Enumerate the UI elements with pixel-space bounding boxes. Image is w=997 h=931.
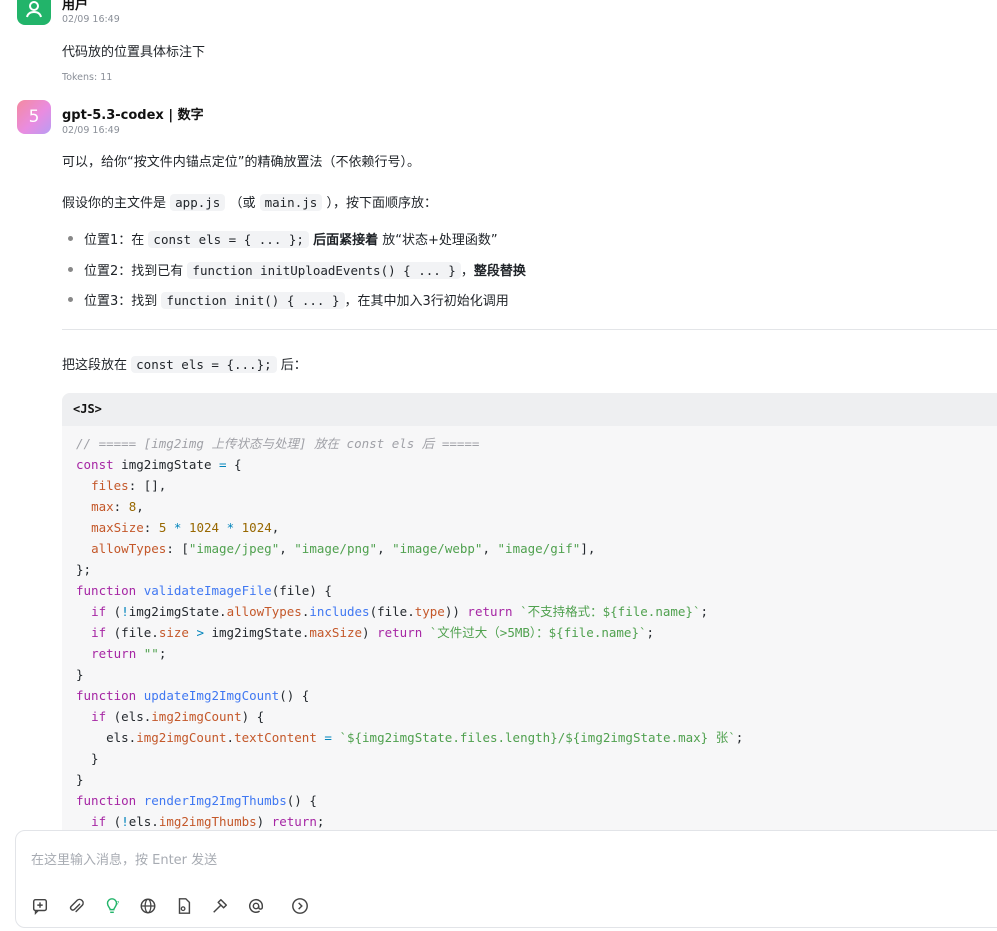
assistant-avatar: 5 [17, 100, 51, 134]
bullet-2-text: 位置2：找到已有 [84, 264, 184, 279]
p2-text-a: 假设你的主文件是 [62, 196, 167, 211]
paragraph-main-file: 假设你的主文件是 app.js （或 main.js ），按下面顺序放： [62, 192, 437, 211]
bullet-3-text: 位置3：找到 [84, 294, 158, 309]
bullet-dot [68, 267, 73, 272]
svg-text:?: ? [117, 901, 120, 907]
p3-text-b: 后： [280, 358, 307, 373]
p2-text-b: （或 [229, 196, 256, 211]
code-line: } [76, 751, 99, 766]
code-line: } [76, 772, 84, 787]
code-lang-label: <JS> [62, 393, 997, 426]
code-line: allowTypes: ["image/jpeg", "image/png", … [91, 541, 596, 556]
user-text: 代码放的位置具体标注下 [62, 45, 206, 60]
message-input-box[interactable]: 在这里输入消息，按 Enter 发送 ? [15, 830, 997, 928]
code-app-js: app.js [170, 194, 226, 211]
bullet-3-tail: ，在其中加入3行初始化调用 [344, 294, 509, 309]
bullet-item-3: 位置3：找到 function init() { ... } ，在其中加入3行初始… [84, 290, 509, 309]
code-line: if (file.size > img2imgState.maxSize) re… [91, 625, 655, 640]
idea-icon[interactable]: ? [101, 895, 123, 917]
code-content: // ===== [img2img 上传状态与处理] 放在 const els … [76, 433, 743, 832]
p2-text-c: ），按下面顺序放： [326, 196, 437, 211]
tools-icon[interactable] [209, 895, 231, 917]
bullet-item-1: 位置1：在 const els = { ... }; 后面紧接着 放“状态+处理… [84, 229, 498, 248]
code-line: els.img2imgCount.textContent = `${img2im… [76, 730, 744, 745]
code-line: if (!els.img2imgThumbs) return; [91, 814, 325, 829]
code-main-js: main.js [259, 194, 323, 211]
user-icon [26, 1, 42, 18]
code-line: files: [], [91, 478, 167, 493]
code-line: function validateImageFile(file) { [76, 583, 332, 598]
mention-icon[interactable] [245, 895, 267, 917]
user-avatar [17, 0, 51, 25]
file-icon[interactable] [173, 895, 195, 917]
code-line: if (!img2imgState.allowTypes.includes(fi… [91, 604, 708, 619]
bullet-2-sep: ， [460, 264, 474, 279]
bullet-2-bold: 整段替换 [473, 264, 526, 279]
attach-icon[interactable] [65, 895, 87, 917]
code-line: // ===== [img2img 上传状态与处理] 放在 const els … [76, 436, 480, 451]
bullet-1-tail: 放“状态+处理函数” [382, 233, 498, 248]
new-chat-icon[interactable] [29, 895, 51, 917]
bullet-1-code: const els = { ... }; [148, 231, 309, 248]
user-name: 用户 [62, 0, 89, 13]
send-icon[interactable] [289, 895, 311, 917]
assistant-name: gpt-5.3-codex | 数字 [62, 108, 204, 123]
code-line: const img2imgState = { [76, 457, 242, 472]
bullet-1-text: 位置1：在 [84, 233, 145, 248]
message-input[interactable]: 在这里输入消息，按 Enter 发送 [31, 849, 217, 868]
p3-code: const els = {...}; [131, 356, 277, 373]
paragraph-place-here: 把这段放在 const els = {...}; 后： [62, 354, 307, 373]
bullet-dot [68, 236, 73, 241]
bullet-item-2: 位置2：找到已有 function initUploadEvents() { .… [84, 260, 526, 279]
user-time: 02/09 16:49 [62, 14, 120, 25]
code-line: }; [76, 562, 92, 577]
bullet-dot [68, 297, 73, 302]
assistant-time: 02/09 16:49 [62, 125, 120, 136]
p3-text-a: 把这段放在 [62, 358, 128, 373]
code-line: } [76, 667, 84, 682]
code-line: function renderImg2ImgThumbs() { [76, 793, 317, 808]
divider [62, 329, 997, 330]
code-line: function updateImg2ImgCount() { [76, 688, 310, 703]
code-line: max: 8, [91, 499, 144, 514]
bullet-3-code: function init() { ... } [161, 292, 345, 309]
code-block: <JS> // ===== [img2img 上传状态与处理] 放在 const… [62, 393, 997, 833]
code-line: maxSize: 5 * 1024 * 1024, [91, 520, 280, 535]
token-count: Tokens: 11 [62, 72, 113, 83]
globe-icon[interactable] [137, 895, 159, 917]
bullet-1-bold: 后面紧接着 [313, 233, 379, 248]
code-line: if (els.img2imgCount) { [91, 709, 265, 724]
bullet-2-code: function initUploadEvents() { ... } [187, 262, 461, 279]
intro-text: 可以，给你“按文件内锚点定位”的精确放置法（不依赖行号）。 [62, 155, 420, 170]
code-line: return ""; [91, 646, 167, 661]
